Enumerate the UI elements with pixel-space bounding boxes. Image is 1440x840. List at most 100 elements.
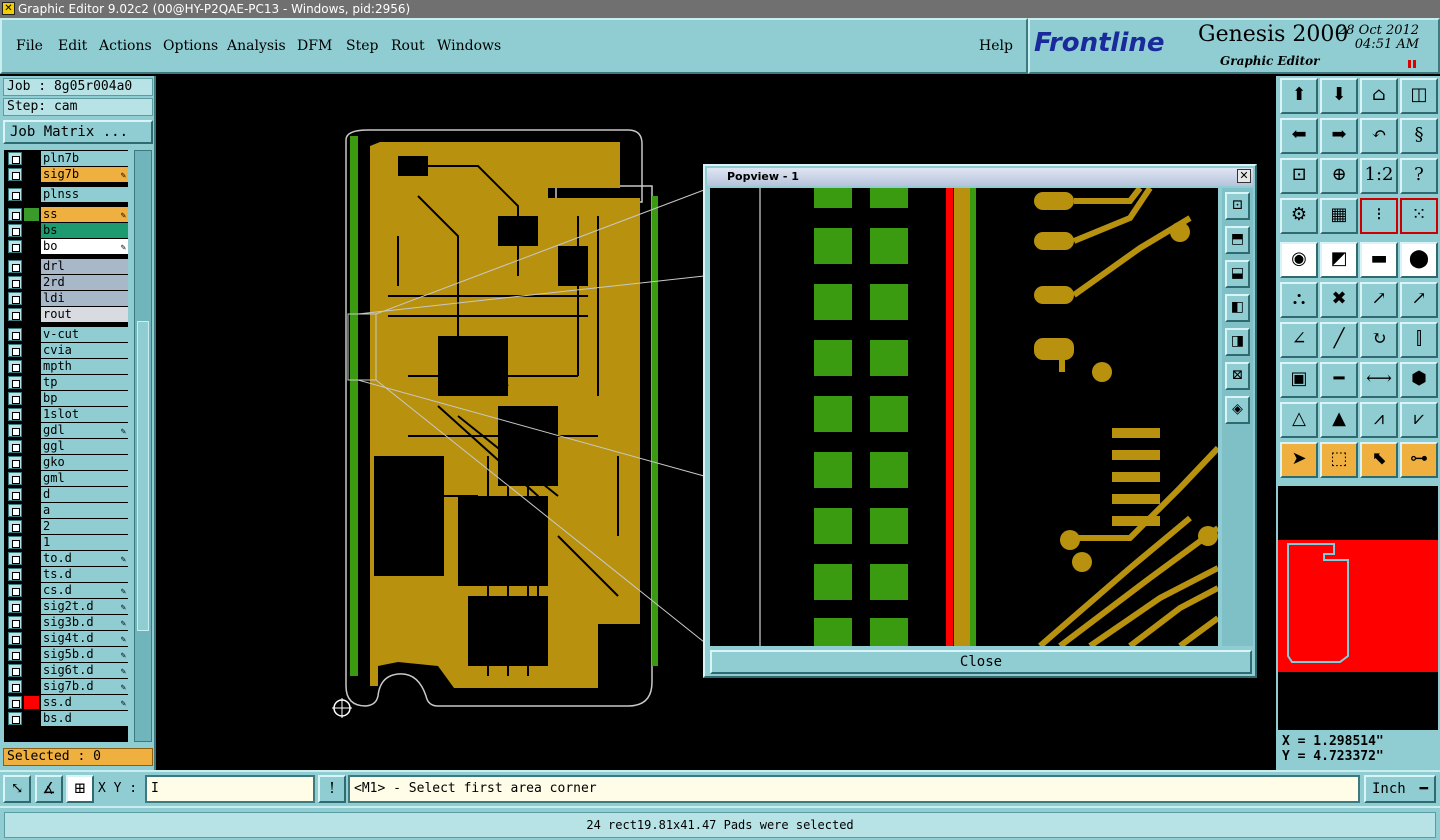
menu-edit[interactable]: Edit <box>58 38 87 54</box>
layer-row[interactable]: rout <box>4 306 128 322</box>
layer-name[interactable]: rout <box>41 307 128 322</box>
layer-row[interactable]: drl <box>4 258 128 274</box>
layer-name[interactable]: cs.d ✎ <box>41 583 128 598</box>
layer-name[interactable]: bs <box>41 223 128 238</box>
xy-input[interactable]: I <box>145 775 315 803</box>
layer-name[interactable]: sig5b.d ✎ <box>41 647 128 662</box>
delete-node-icon[interactable]: ✖ <box>1320 282 1358 318</box>
layer-checkbox[interactable] <box>8 260 22 273</box>
layer-scrollbar[interactable] <box>134 150 152 742</box>
layer-color-swatch[interactable] <box>24 616 39 629</box>
layer-color-swatch[interactable] <box>24 488 39 501</box>
layer-color-swatch[interactable] <box>24 440 39 453</box>
layer-checkbox[interactable] <box>8 456 22 469</box>
layer-checkbox[interactable] <box>8 664 22 677</box>
layer-row[interactable]: bs <box>4 222 128 238</box>
layer-color-swatch[interactable] <box>24 456 39 469</box>
layer-checkbox[interactable] <box>8 536 22 549</box>
layer-checkbox[interactable] <box>8 224 22 237</box>
add-node-icon[interactable]: ↗ <box>1400 282 1438 318</box>
layer-row[interactable]: gko <box>4 454 128 470</box>
layer-row[interactable]: ts.d <box>4 566 128 582</box>
symbol-icon[interactable]: ⬢ <box>1400 362 1438 398</box>
layer-color-swatch[interactable] <box>24 424 39 437</box>
menu-file[interactable]: File <box>16 38 43 54</box>
layer-checkbox[interactable] <box>8 616 22 629</box>
minimap[interactable] <box>1278 486 1438 736</box>
layer-checkbox[interactable] <box>8 600 22 613</box>
layer-checkbox[interactable] <box>8 472 22 485</box>
grid-snap-icon[interactable]: ⊞ <box>66 775 94 803</box>
job-matrix-button[interactable]: Job Matrix ... <box>3 120 153 144</box>
dimension-icon[interactable]: ⟷ <box>1360 362 1398 398</box>
layer-row[interactable]: tp <box>4 374 128 390</box>
layer-row[interactable]: bo ✎ <box>4 238 128 254</box>
layer-name[interactable]: bs.d <box>41 711 128 726</box>
layer-row[interactable]: sig6t.d ✎ <box>4 662 128 678</box>
menu-windows[interactable]: Windows <box>437 38 501 54</box>
layer-name[interactable]: sig7b ✎ <box>41 167 128 182</box>
menu-options[interactable]: Options <box>163 38 218 54</box>
menu-actions[interactable]: Actions <box>99 38 152 54</box>
layer-name[interactable]: sig6t.d ✎ <box>41 663 128 678</box>
layer-checkbox[interactable] <box>8 504 22 517</box>
layer-color-swatch[interactable] <box>24 224 39 237</box>
layer-row[interactable]: gml <box>4 470 128 486</box>
layer-checkbox[interactable] <box>8 168 22 181</box>
zoom-down-icon[interactable]: ⬇ <box>1320 78 1358 114</box>
layer-checkbox[interactable] <box>8 276 22 289</box>
pop-pan-down-icon[interactable]: ⬓ <box>1225 260 1250 288</box>
arc-a-red-icon[interactable]: ⩘ <box>1360 402 1398 438</box>
layer-checkbox[interactable] <box>8 488 22 501</box>
pop-pan-right-icon[interactable]: ◨ <box>1225 328 1250 356</box>
slash-line-icon[interactable]: ╱ <box>1320 322 1358 358</box>
layer-color-swatch[interactable] <box>24 376 39 389</box>
layer-row[interactable]: pln7b <box>4 150 128 166</box>
layer-color-swatch[interactable] <box>24 152 39 165</box>
layer-name[interactable]: mpth <box>41 359 128 374</box>
layer-row[interactable]: sig5b.d ✎ <box>4 646 128 662</box>
layer-checkbox[interactable] <box>8 292 22 305</box>
layer-row[interactable]: mpth <box>4 358 128 374</box>
layer-name[interactable]: to.d ✎ <box>41 551 128 566</box>
pop-zoom-fit-icon[interactable]: ⊡ <box>1225 192 1250 220</box>
layer-name[interactable]: ldi <box>41 291 128 306</box>
layer-name[interactable]: ss.d ✎ <box>41 695 128 710</box>
layer-row[interactable]: cvia <box>4 342 128 358</box>
options-icon[interactable]: ⚙ <box>1280 198 1318 234</box>
layer-checkbox[interactable] <box>8 408 22 421</box>
layer-row[interactable]: ss.d ✎ <box>4 694 128 710</box>
arc-icon[interactable]: ↻ <box>1360 322 1398 358</box>
split-trace-icon[interactable]: ⫿ <box>1400 322 1438 358</box>
layer-color-swatch[interactable] <box>24 568 39 581</box>
layer-name[interactable]: 1 <box>41 535 128 550</box>
layer-checkbox[interactable] <box>8 520 22 533</box>
layer-name[interactable]: plnss <box>41 187 128 202</box>
measure-ruler-icon[interactable]: ▬ <box>1360 242 1398 278</box>
layer-color-swatch[interactable] <box>24 292 39 305</box>
layer-row[interactable]: gdl ✎ <box>4 422 128 438</box>
layer-row[interactable]: sig7b.d ✎ <box>4 678 128 694</box>
pad-icon[interactable]: ▣ <box>1280 362 1318 398</box>
layer-checkbox[interactable] <box>8 632 22 645</box>
layer-color-swatch[interactable] <box>24 552 39 565</box>
triangle-blue-icon[interactable]: ▲ <box>1320 402 1358 438</box>
popview-close-button[interactable]: Close <box>710 650 1252 674</box>
layer-row[interactable]: d <box>4 486 128 502</box>
triangle-red-icon[interactable]: △ <box>1280 402 1318 438</box>
layer-checkbox[interactable] <box>8 648 22 661</box>
zoom-center-icon[interactable]: ⊕ <box>1320 158 1358 194</box>
layer-color-swatch[interactable] <box>24 328 39 341</box>
layer-checkbox[interactable] <box>8 308 22 321</box>
zoom-fit-icon[interactable]: ⊡ <box>1280 158 1318 194</box>
select-pointer-icon[interactable]: ➤ <box>1280 442 1318 478</box>
layer-checkbox[interactable] <box>8 568 22 581</box>
menu-help[interactable]: Help <box>979 38 1013 54</box>
angle-snap-icon[interactable]: ∡ <box>35 775 63 803</box>
layer-name[interactable]: sig3b.d ✎ <box>41 615 128 630</box>
layer-color-swatch[interactable] <box>24 664 39 677</box>
layer-color-swatch[interactable] <box>24 308 39 321</box>
layer-color-swatch[interactable] <box>24 600 39 613</box>
layer-row[interactable]: ss ✎ <box>4 206 128 222</box>
layer-row[interactable]: sig4t.d ✎ <box>4 630 128 646</box>
